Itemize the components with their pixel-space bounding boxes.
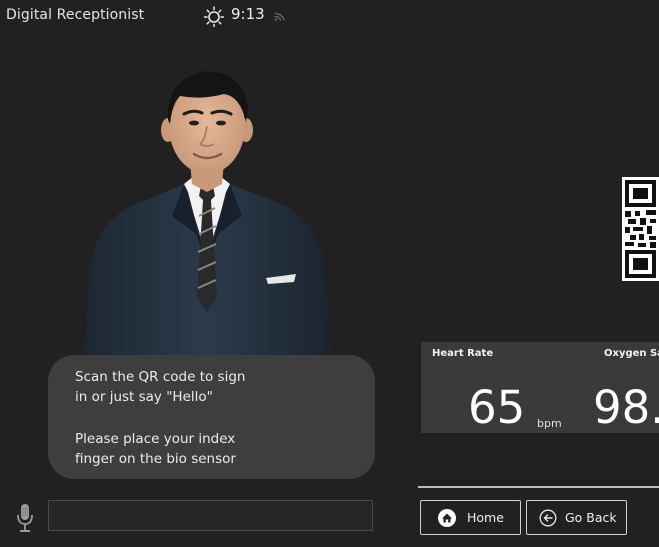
- back-arrow-icon: [539, 509, 557, 527]
- digital-receptionist-screen: Digital Receptionist 9:13 Scan the QR co…: [0, 0, 659, 547]
- wifi-icon: [274, 12, 285, 21]
- go-back-button-label: Go Back: [565, 510, 617, 525]
- microphone-icon[interactable]: [15, 503, 35, 533]
- go-back-button[interactable]: Go Back: [526, 500, 627, 535]
- home-icon: [438, 509, 456, 527]
- receptionist-avatar: [84, 71, 330, 358]
- heart-rate-label: Heart Rate: [432, 348, 494, 359]
- divider: [418, 486, 659, 488]
- vitals-panel: Heart Rate 65 bpm Oxygen Sat 98.: [421, 342, 659, 433]
- instruction-line: in or just say "Hello": [75, 389, 213, 405]
- instruction-line: finger on the bio sensor: [75, 451, 236, 467]
- home-button-label: Home: [467, 510, 504, 525]
- clock-time: 9:13: [231, 5, 265, 23]
- heart-rate-value: 65: [468, 381, 526, 433]
- instruction-line: Scan the QR code to sign: [75, 369, 246, 385]
- qr-code-icon[interactable]: [622, 177, 659, 281]
- oxygen-sat-label: Oxygen Sat: [604, 348, 659, 359]
- heart-rate-unit: bpm: [537, 417, 562, 430]
- sun-icon: [203, 6, 225, 27]
- voice-text-input[interactable]: [48, 500, 373, 531]
- app-title: Digital Receptionist: [6, 7, 145, 23]
- instruction-line: Please place your index: [75, 431, 236, 447]
- home-button[interactable]: Home: [420, 500, 521, 535]
- speech-bubble: Scan the QR code to sign in or just say …: [48, 355, 375, 479]
- oxygen-sat-value: 98.: [593, 381, 659, 433]
